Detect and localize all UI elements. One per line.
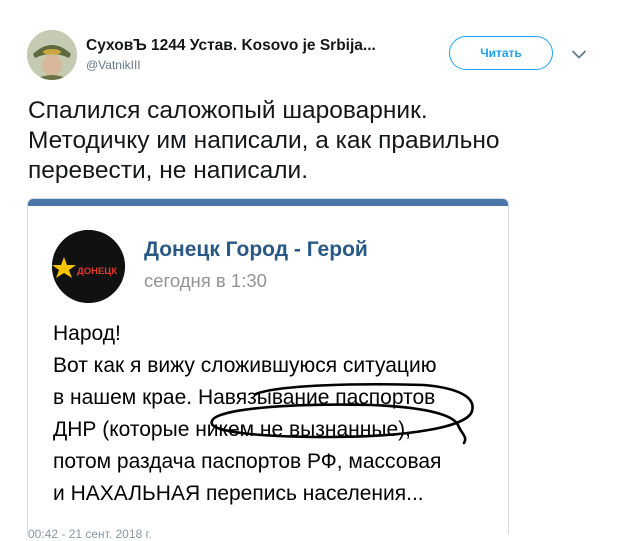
group-avatar: ДОНЕЦК: [52, 230, 125, 303]
more-options-button[interactable]: [569, 44, 589, 64]
embedded-screenshot[interactable]: ДОНЕЦК Донецк Город - Герой сегодня в 1:…: [27, 198, 509, 534]
author-handle[interactable]: @VatnikIII: [86, 58, 141, 72]
post-body-line: потом раздача паспортов РФ, массовая: [53, 450, 442, 473]
donetsk-emblem-icon: ДОНЕЦК: [52, 230, 125, 303]
post-body-line: ДНР (которые никем не вызнанные),: [53, 418, 411, 441]
author-avatar[interactable]: [27, 30, 77, 80]
author-display-name[interactable]: СуховЪ 1244 Устав. Kosovo je Srbija...: [86, 37, 376, 55]
post-body-line: Народ!: [53, 322, 121, 345]
embed-top-bar: [28, 199, 508, 206]
group-avatar-text: ДОНЕЦК: [77, 266, 117, 277]
tweet-text-line: перевести, не написали.: [28, 157, 309, 184]
post-body-line: в нашем крае. Навязывание паспортов: [53, 386, 436, 409]
tweet-card: СуховЪ 1244 Устав. Kosovo je Srbija... @…: [0, 0, 626, 541]
post-body-line: Вот как я вижу сложившуюся ситуацию: [53, 354, 437, 377]
tweet-text-line: Спалился саложопый шароварник.: [28, 97, 428, 124]
post-body-line: и НАХАЛЬНАЯ перепись населения...: [53, 482, 424, 505]
soldier-portrait-icon: [27, 30, 77, 80]
post-time: сегодня в 1:30: [144, 270, 267, 291]
post-body: Народ! Вот как я вижу сложившуюся ситуац…: [53, 318, 508, 510]
tweet-timestamp[interactable]: 00:42 - 21 сент. 2018 г.: [28, 527, 152, 541]
group-name[interactable]: Донецк Город - Герой: [144, 238, 368, 262]
follow-button[interactable]: Читать: [449, 36, 553, 70]
chevron-down-icon: [572, 50, 586, 58]
tweet-text: Спалился саложопый шароварник. Методичку…: [28, 96, 608, 186]
tweet-text-line: Методичку им написали, а как правильно: [28, 127, 500, 154]
